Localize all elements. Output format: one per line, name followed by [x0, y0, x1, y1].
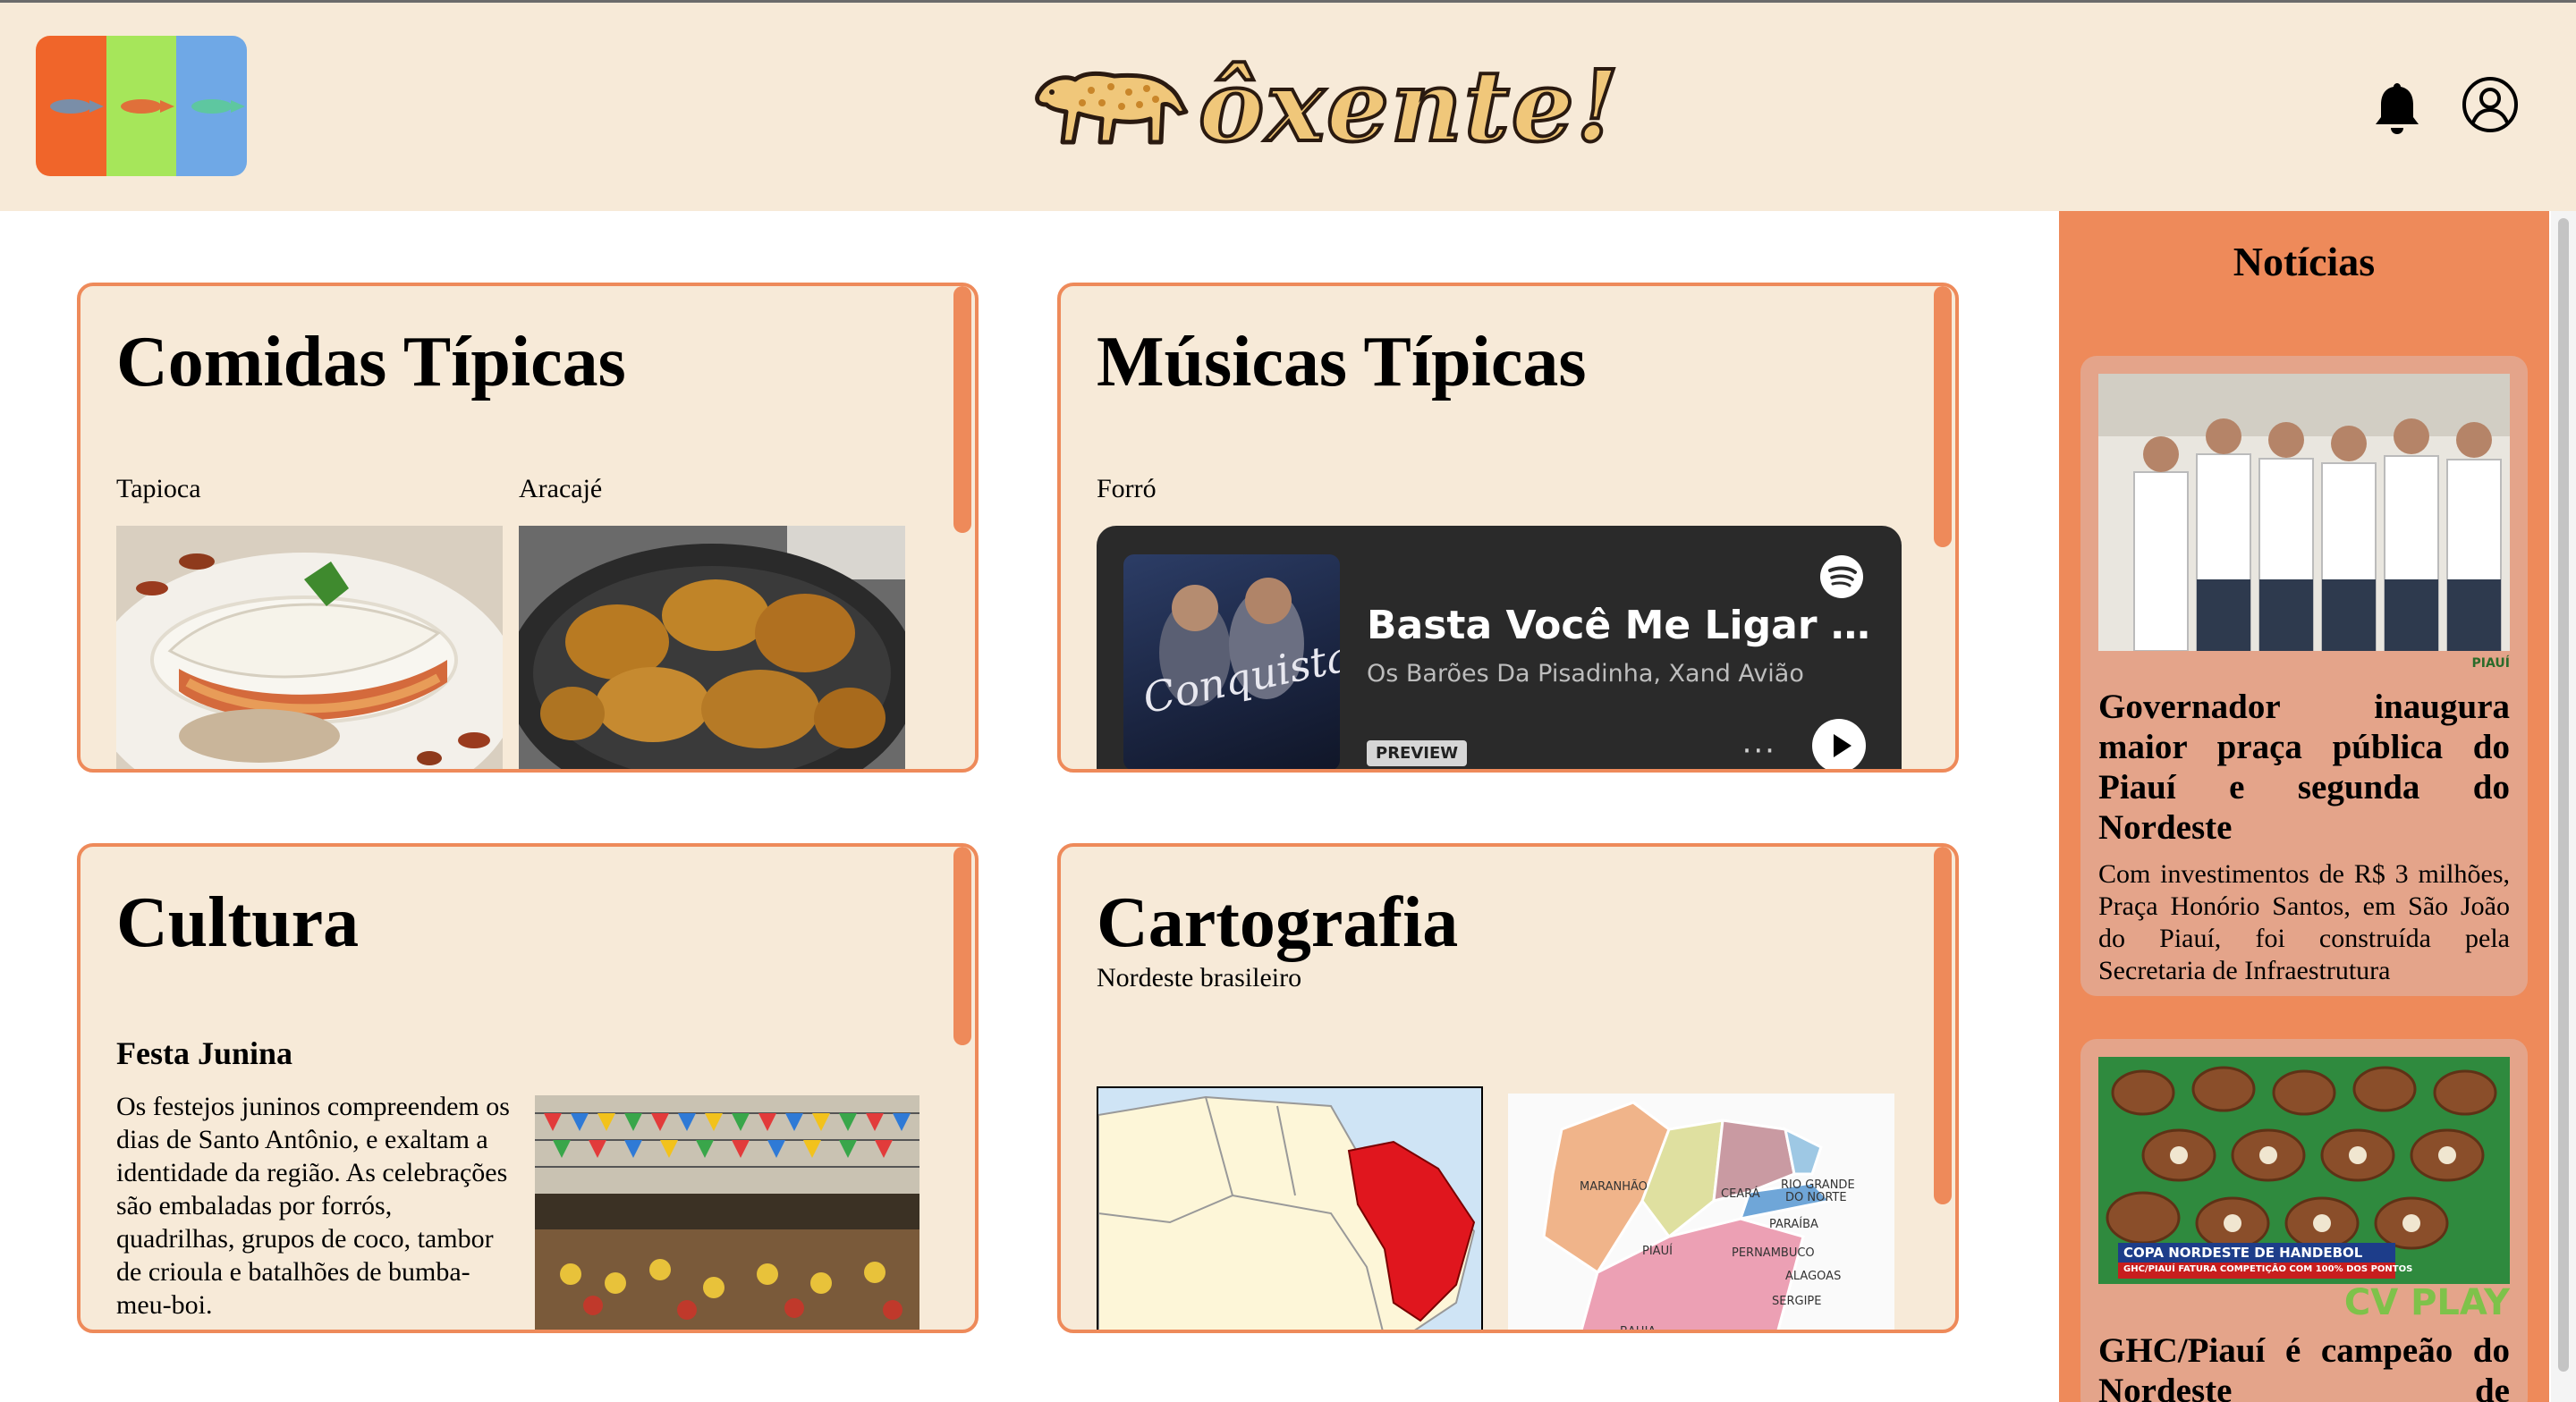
home-flag-logo[interactable] — [36, 36, 247, 176]
brand-logo[interactable]: ôxente! — [1029, 46, 1621, 165]
state-label: DO NORTE — [1785, 1191, 1847, 1204]
festa-junina-text: Os festejos juninos compreendem os dias … — [116, 1092, 510, 1320]
state-label: RIO GRANDE — [1781, 1178, 1855, 1192]
flag-stripe-orange — [36, 36, 106, 176]
festa-junina-title: Festa Junina — [116, 1035, 293, 1071]
jaguar-icon — [1035, 71, 1189, 145]
news-headline[interactable]: Governador inaugura maior praça pública … — [2098, 687, 2510, 848]
food-label-aracaje: Aracajé — [519, 474, 603, 503]
news-card[interactable]: PIAUÍ Governador inaugura maior praça pú… — [2080, 356, 2528, 996]
card-cultura[interactable]: Cultura Festa Junina Os festejos juninos… — [77, 843, 979, 1333]
nordeste-map: MARANHÃO CEARÁ RIO GRANDE DO NORTE PARAÍ… — [1508, 1094, 1894, 1333]
spotify-logo-icon[interactable] — [1819, 554, 1864, 599]
user-circle-icon[interactable] — [2462, 76, 2519, 133]
brazil-map — [1097, 1086, 1483, 1330]
news-headline[interactable]: GHC/Piauí é campeão do Nordeste de — [2098, 1330, 2510, 1402]
site-header: ôxente! — [0, 3, 2576, 211]
fish-icon — [50, 98, 105, 114]
cartografia-subtitle: Nordeste brasileiro — [1097, 963, 1302, 992]
spotify-embed-player[interactable]: Conquistas Basta Você Me Ligar - Ao Vivo… — [1097, 526, 1902, 769]
card-title: Cultura — [116, 883, 360, 962]
card-scrollbar[interactable] — [1934, 847, 1952, 1204]
card-musicas-tipicas[interactable]: Músicas Típicas Forró Conquistas Basta V… — [1057, 283, 1959, 773]
card-title: Músicas Típicas — [1097, 323, 1587, 401]
song-title[interactable]: Basta Você Me Ligar - Ao Vivo — [1367, 603, 1877, 648]
state-label: PARAÍBA — [1769, 1217, 1818, 1231]
genre-label: Forró — [1097, 474, 1157, 503]
news-summary: Com investimentos de R$ 3 milhões, Praça… — [2098, 859, 2510, 985]
food-label-tapioca: Tapioca — [116, 474, 201, 503]
artist-name[interactable]: Os Barões Da Pisadinha, Xand Avião — [1367, 660, 1804, 688]
bell-icon[interactable] — [2372, 80, 2422, 135]
page-scrollbar-thumb[interactable] — [2558, 218, 2569, 1372]
card-scrollbar[interactable] — [953, 847, 971, 1045]
play-button[interactable] — [1812, 719, 1866, 769]
festa-junina-photo — [535, 1095, 919, 1330]
state-label: MARANHÃO — [1580, 1179, 1648, 1194]
album-cover[interactable]: Conquistas — [1123, 554, 1340, 769]
fish-icon — [121, 98, 174, 114]
tapioca-photo — [116, 526, 503, 769]
cvplay-watermark: CV PLAY — [2343, 1282, 2510, 1323]
more-options-icon[interactable]: ··· — [1742, 733, 1776, 769]
card-scrollbar[interactable] — [1934, 286, 1952, 547]
card-comidas-tipicas[interactable]: Comidas Típicas Tapioca Aracajé — [77, 283, 979, 773]
fish-icon — [191, 98, 245, 114]
state-label: BAHIA — [1620, 1325, 1656, 1333]
news-photo — [2098, 374, 2510, 651]
piaui-watermark: PIAUÍ — [2471, 656, 2510, 671]
flag-stripe-blue — [176, 36, 247, 176]
news-photo: COPA NORDESTE DE HANDEBOL GHC/PIAUÍ FATU… — [2098, 1057, 2510, 1284]
state-label: PIAUÍ — [1642, 1244, 1673, 1258]
news-title: Notícias — [2233, 239, 2376, 284]
flag-stripe-green — [106, 36, 177, 176]
state-label: ALAGOAS — [1785, 1270, 1841, 1283]
card-scrollbar[interactable] — [953, 286, 971, 533]
tv-caption-subtitle: GHC/PIAUÍ FATURA COMPETIÇÃO COM 100% DOS… — [2123, 1264, 2413, 1274]
news-sidebar: Notícias PIAUÍ Governador inaugura maior… — [2059, 211, 2549, 1402]
card-title: Comidas Típicas — [116, 323, 626, 401]
tv-caption-title: COPA NORDESTE DE HANDEBOL — [2123, 1245, 2363, 1261]
acaraje-photo — [519, 526, 905, 769]
card-title: Cartografia — [1097, 883, 1459, 962]
state-label: PERNAMBUCO — [1732, 1246, 1815, 1260]
brand-name: ôxente! — [1197, 46, 1621, 165]
page-scrollbar[interactable] — [2551, 211, 2576, 1402]
card-cartografia[interactable]: Cartografia Nordeste brasileiro MARANHÃO… — [1057, 843, 1959, 1333]
news-card[interactable]: COPA NORDESTE DE HANDEBOL GHC/PIAUÍ FATU… — [2080, 1039, 2528, 1402]
state-label: SERGIPE — [1772, 1295, 1821, 1308]
state-label: CEARÁ — [1721, 1187, 1760, 1201]
preview-badge: PREVIEW — [1367, 740, 1468, 766]
